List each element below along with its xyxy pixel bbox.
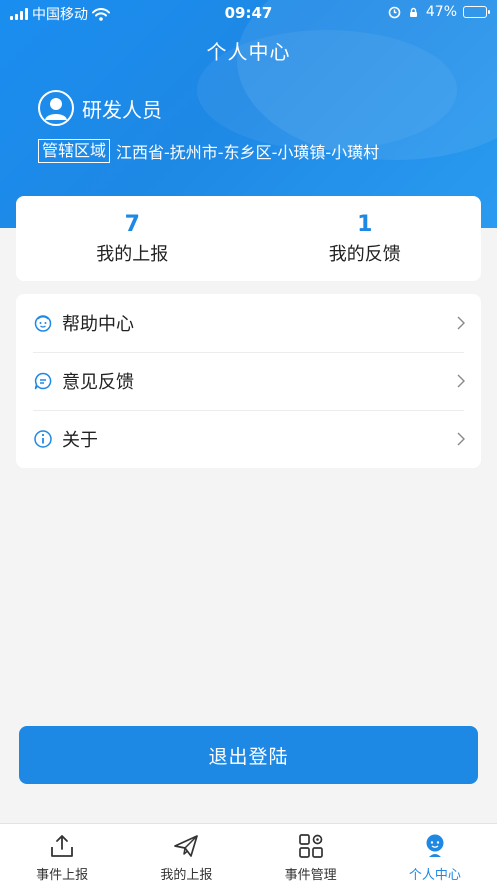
stat-label: 我的上报	[96, 243, 169, 265]
info-icon	[33, 429, 53, 449]
menu-item-help-center[interactable]: 帮助中心	[16, 294, 481, 352]
avatar[interactable]	[38, 90, 74, 126]
tab-label: 我的上报	[160, 868, 213, 883]
stats-card: 7 我的上报 1 我的反馈	[16, 196, 481, 281]
menu-item-label: 帮助中心	[62, 314, 134, 335]
stat-value: 7	[124, 211, 140, 237]
chevron-right-icon	[457, 316, 465, 330]
tab-personal-center[interactable]: 个人中心	[373, 824, 497, 883]
menu-item-about[interactable]: 关于	[16, 410, 481, 468]
user-name: 研发人员	[82, 97, 162, 122]
upload-icon	[48, 832, 76, 859]
tab-event-management[interactable]: 事件管理	[249, 824, 373, 883]
stat-label: 我的反馈	[328, 243, 401, 265]
orientation-lock-icon	[409, 7, 417, 17]
battery-percent: 47%	[425, 4, 457, 20]
menu-card: 帮助中心 意见反馈 关于	[16, 294, 481, 468]
logout-button[interactable]: 退出登陆	[19, 726, 478, 784]
battery-icon	[463, 6, 490, 18]
tab-my-reports[interactable]: 我的上报	[124, 824, 248, 883]
menu-item-label: 意见反馈	[62, 372, 134, 393]
region-value: 江西省-抚州市-东乡区-小璜镇-小璜村	[116, 143, 380, 162]
person-icon	[421, 832, 449, 859]
chevron-right-icon	[457, 374, 465, 388]
bottom-tab-bar: 事件上报 我的上报 事件管理 个人中心	[0, 823, 497, 883]
alarm-icon	[388, 6, 401, 18]
page-title: 个人中心	[206, 40, 291, 64]
region-tag: 管辖区域	[38, 139, 111, 163]
grid-gear-icon	[297, 832, 325, 859]
user-info: 研发人员	[38, 90, 162, 126]
tab-label: 事件上报	[36, 868, 89, 883]
menu-item-label: 关于	[62, 430, 98, 451]
help-face-icon	[33, 313, 53, 333]
tab-label: 事件管理	[284, 868, 337, 883]
tab-event-report[interactable]: 事件上报	[0, 824, 124, 883]
paper-plane-icon	[172, 832, 200, 859]
chevron-right-icon	[457, 432, 465, 446]
stat-value: 1	[357, 211, 373, 237]
chat-bubble-icon	[33, 371, 53, 391]
user-avatar-icon	[45, 98, 67, 120]
menu-item-feedback[interactable]: 意见反馈	[16, 352, 481, 410]
region-row: 管辖区域 江西省-抚州市-东乡区-小璜镇-小璜村	[38, 139, 379, 163]
tab-label: 个人中心	[408, 868, 461, 883]
stat-my-reports[interactable]: 7 我的上报	[16, 196, 249, 281]
stat-my-feedback[interactable]: 1 我的反馈	[249, 196, 482, 281]
status-bar: 中国移动 09:47 47%	[0, 0, 497, 26]
